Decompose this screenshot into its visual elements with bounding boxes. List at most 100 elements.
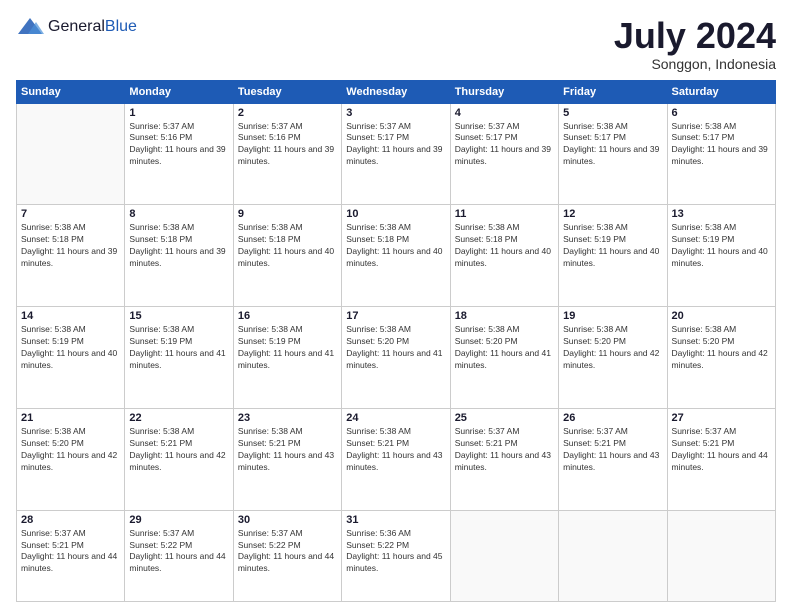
day-info: Sunrise: 5:38 AM Sunset: 5:20 PM Dayligh… xyxy=(21,426,120,474)
day-number: 1 xyxy=(129,107,228,119)
day-info: Sunrise: 5:38 AM Sunset: 5:21 PM Dayligh… xyxy=(346,426,445,474)
calendar-cell: 13 Sunrise: 5:38 AM Sunset: 5:19 PM Dayli… xyxy=(667,205,775,307)
calendar-cell: 5 Sunrise: 5:38 AM Sunset: 5:17 PM Daylig… xyxy=(559,103,667,205)
day-number: 28 xyxy=(21,514,120,526)
calendar-cell: 21 Sunrise: 5:38 AM Sunset: 5:20 PM Dayli… xyxy=(17,408,125,510)
calendar-cell: 23 Sunrise: 5:38 AM Sunset: 5:21 PM Dayli… xyxy=(233,408,341,510)
weekday-header-row: Sunday Monday Tuesday Wednesday Thursday… xyxy=(17,80,776,103)
day-info: Sunrise: 5:38 AM Sunset: 5:21 PM Dayligh… xyxy=(238,426,337,474)
day-info: Sunrise: 5:38 AM Sunset: 5:21 PM Dayligh… xyxy=(129,426,228,474)
calendar-cell: 26 Sunrise: 5:37 AM Sunset: 5:21 PM Dayli… xyxy=(559,408,667,510)
day-number: 18 xyxy=(455,310,554,322)
day-info: Sunrise: 5:38 AM Sunset: 5:17 PM Dayligh… xyxy=(672,121,771,169)
day-info: Sunrise: 5:38 AM Sunset: 5:20 PM Dayligh… xyxy=(563,324,662,372)
day-number: 5 xyxy=(563,107,662,119)
calendar-week-1: 7 Sunrise: 5:38 AM Sunset: 5:18 PM Daylig… xyxy=(17,205,776,307)
calendar-cell: 6 Sunrise: 5:38 AM Sunset: 5:17 PM Daylig… xyxy=(667,103,775,205)
day-number: 4 xyxy=(455,107,554,119)
calendar-cell: 22 Sunrise: 5:38 AM Sunset: 5:21 PM Dayli… xyxy=(125,408,233,510)
header: GeneralBlue July 2024 Songgon, Indonesia xyxy=(16,16,776,72)
calendar-cell xyxy=(450,510,558,601)
day-info: Sunrise: 5:37 AM Sunset: 5:16 PM Dayligh… xyxy=(238,121,337,169)
day-number: 26 xyxy=(563,412,662,424)
day-info: Sunrise: 5:36 AM Sunset: 5:22 PM Dayligh… xyxy=(346,528,445,576)
calendar-cell: 10 Sunrise: 5:38 AM Sunset: 5:18 PM Dayli… xyxy=(342,205,450,307)
header-wednesday: Wednesday xyxy=(342,80,450,103)
header-monday: Monday xyxy=(125,80,233,103)
day-number: 23 xyxy=(238,412,337,424)
title-block: July 2024 Songgon, Indonesia xyxy=(614,16,776,72)
calendar-cell: 2 Sunrise: 5:37 AM Sunset: 5:16 PM Daylig… xyxy=(233,103,341,205)
day-info: Sunrise: 5:38 AM Sunset: 5:20 PM Dayligh… xyxy=(346,324,445,372)
calendar-cell: 1 Sunrise: 5:37 AM Sunset: 5:16 PM Daylig… xyxy=(125,103,233,205)
day-number: 13 xyxy=(672,208,771,220)
day-info: Sunrise: 5:38 AM Sunset: 5:20 PM Dayligh… xyxy=(455,324,554,372)
day-number: 30 xyxy=(238,514,337,526)
calendar-cell: 17Sunrise: 5:38 AM Sunset: 5:20 PM Dayli… xyxy=(342,307,450,409)
day-info: Sunrise: 5:38 AM Sunset: 5:18 PM Dayligh… xyxy=(21,222,120,270)
day-info: Sunrise: 5:37 AM Sunset: 5:17 PM Dayligh… xyxy=(455,121,554,169)
logo-icon xyxy=(16,16,44,38)
day-number: 16 xyxy=(238,310,337,322)
header-tuesday: Tuesday xyxy=(233,80,341,103)
day-info: Sunrise: 5:38 AM Sunset: 5:19 PM Dayligh… xyxy=(129,324,228,372)
day-info: Sunrise: 5:37 AM Sunset: 5:21 PM Dayligh… xyxy=(672,426,771,474)
day-number: 19 xyxy=(563,310,662,322)
day-number: 6 xyxy=(672,107,771,119)
day-info: Sunrise: 5:38 AM Sunset: 5:20 PM Dayligh… xyxy=(672,324,771,372)
calendar-cell: 29 Sunrise: 5:37 AM Sunset: 5:22 PM Dayli… xyxy=(125,510,233,601)
day-info: Sunrise: 5:37 AM Sunset: 5:21 PM Dayligh… xyxy=(563,426,662,474)
calendar-cell: 30 Sunrise: 5:37 AM Sunset: 5:22 PM Dayli… xyxy=(233,510,341,601)
logo-general: General xyxy=(48,18,105,35)
day-number: 3 xyxy=(346,107,445,119)
day-number: 10 xyxy=(346,208,445,220)
day-info: Sunrise: 5:38 AM Sunset: 5:18 PM Dayligh… xyxy=(346,222,445,270)
day-number: 15 xyxy=(129,310,228,322)
day-info: Sunrise: 5:37 AM Sunset: 5:17 PM Dayligh… xyxy=(346,121,445,169)
calendar-cell xyxy=(17,103,125,205)
calendar-cell xyxy=(559,510,667,601)
calendar-week-3: 21 Sunrise: 5:38 AM Sunset: 5:20 PM Dayli… xyxy=(17,408,776,510)
day-number: 9 xyxy=(238,208,337,220)
calendar-cell: 25 Sunrise: 5:37 AM Sunset: 5:21 PM Dayli… xyxy=(450,408,558,510)
calendar-cell: 27 Sunrise: 5:37 AM Sunset: 5:21 PM Dayli… xyxy=(667,408,775,510)
calendar-cell: 14Sunrise: 5:38 AM Sunset: 5:19 PM Dayli… xyxy=(17,307,125,409)
header-friday: Friday xyxy=(559,80,667,103)
calendar-cell: 19 Sunrise: 5:38 AM Sunset: 5:20 PM Dayli… xyxy=(559,307,667,409)
day-info: Sunrise: 5:37 AM Sunset: 5:22 PM Dayligh… xyxy=(238,528,337,576)
calendar-cell: 18 Sunrise: 5:38 AM Sunset: 5:20 PM Dayli… xyxy=(450,307,558,409)
month-title: July 2024 xyxy=(614,16,776,56)
calendar: Sunday Monday Tuesday Wednesday Thursday… xyxy=(16,80,776,602)
calendar-cell: 8Sunrise: 5:38 AM Sunset: 5:18 PM Daylig… xyxy=(125,205,233,307)
day-info: Sunrise: 5:38 AM Sunset: 5:19 PM Dayligh… xyxy=(238,324,337,372)
calendar-cell xyxy=(667,510,775,601)
day-number: 20 xyxy=(672,310,771,322)
day-info: Sunrise: 5:38 AM Sunset: 5:17 PM Dayligh… xyxy=(563,121,662,169)
calendar-cell: 7 Sunrise: 5:38 AM Sunset: 5:18 PM Daylig… xyxy=(17,205,125,307)
day-info: Sunrise: 5:38 AM Sunset: 5:19 PM Dayligh… xyxy=(672,222,771,270)
day-info: Sunrise: 5:37 AM Sunset: 5:22 PM Dayligh… xyxy=(129,528,228,576)
logo-blue: Blue xyxy=(105,18,137,35)
calendar-cell: 3 Sunrise: 5:37 AM Sunset: 5:17 PM Daylig… xyxy=(342,103,450,205)
day-info: Sunrise: 5:37 AM Sunset: 5:21 PM Dayligh… xyxy=(455,426,554,474)
day-info: Sunrise: 5:37 AM Sunset: 5:21 PM Dayligh… xyxy=(21,528,120,576)
day-info: Sunrise: 5:38 AM Sunset: 5:18 PM Dayligh… xyxy=(238,222,337,270)
day-number: 25 xyxy=(455,412,554,424)
day-info: Sunrise: 5:37 AM Sunset: 5:16 PM Dayligh… xyxy=(129,121,228,169)
day-number: 2 xyxy=(238,107,337,119)
calendar-cell: 24Sunrise: 5:38 AM Sunset: 5:21 PM Dayli… xyxy=(342,408,450,510)
day-info: Sunrise: 5:38 AM Sunset: 5:18 PM Dayligh… xyxy=(129,222,228,270)
calendar-cell: 16 Sunrise: 5:38 AM Sunset: 5:19 PM Dayli… xyxy=(233,307,341,409)
calendar-week-0: 1 Sunrise: 5:37 AM Sunset: 5:16 PM Daylig… xyxy=(17,103,776,205)
day-number: 22 xyxy=(129,412,228,424)
day-number: 7 xyxy=(21,208,120,220)
header-saturday: Saturday xyxy=(667,80,775,103)
page: GeneralBlue July 2024 Songgon, Indonesia… xyxy=(0,0,792,612)
day-number: 27 xyxy=(672,412,771,424)
day-number: 29 xyxy=(129,514,228,526)
calendar-cell: 15 Sunrise: 5:38 AM Sunset: 5:19 PM Dayli… xyxy=(125,307,233,409)
day-number: 31 xyxy=(346,514,445,526)
day-number: 14 xyxy=(21,310,120,322)
day-number: 21 xyxy=(21,412,120,424)
day-info: Sunrise: 5:38 AM Sunset: 5:19 PM Dayligh… xyxy=(563,222,662,270)
